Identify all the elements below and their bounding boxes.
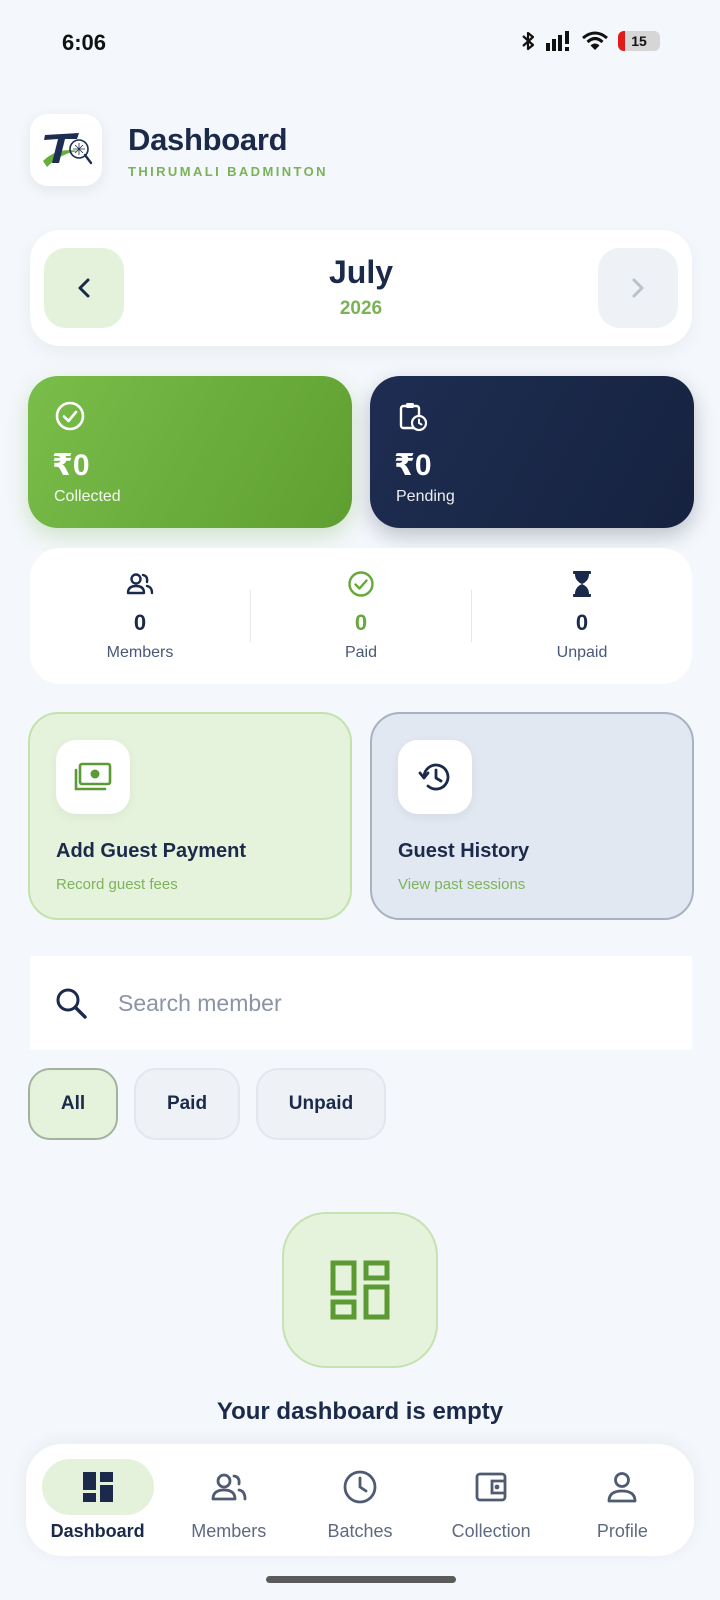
nav-item-batches[interactable]: Batches bbox=[296, 1459, 424, 1542]
stat-paid: 0 Paid bbox=[251, 570, 471, 662]
members-count: 0 bbox=[133, 610, 147, 635]
battery-indicator: 15 bbox=[618, 31, 660, 51]
next-month-button[interactable] bbox=[598, 248, 678, 328]
bluetooth-icon bbox=[520, 30, 536, 52]
pending-label: Pending bbox=[396, 488, 455, 505]
filter-chip-all[interactable]: All bbox=[28, 1068, 118, 1140]
home-indicator[interactable] bbox=[266, 1576, 456, 1583]
history-icon bbox=[398, 740, 472, 814]
filter-chip-unpaid[interactable]: Unpaid bbox=[256, 1068, 386, 1140]
pending-amount: ₹0 bbox=[394, 449, 432, 482]
badminton-logo-icon bbox=[43, 133, 93, 167]
add-guest-payment-card[interactable]: Add Guest Payment Record guest fees bbox=[28, 712, 352, 920]
empty-state-illustration bbox=[282, 1212, 438, 1368]
unpaid-label: Unpaid bbox=[556, 644, 608, 661]
nav-label-batches: Batches bbox=[327, 1520, 393, 1541]
collected-amount: ₹0 bbox=[52, 449, 90, 482]
hourglass-icon bbox=[572, 570, 592, 598]
nav-item-dashboard[interactable]: Dashboard bbox=[34, 1458, 162, 1542]
add-guest-payment-subtitle: Record guest fees bbox=[56, 876, 178, 893]
member-search-bar bbox=[30, 956, 692, 1050]
nav-label-dashboard: Dashboard bbox=[50, 1520, 145, 1541]
nav-label-collection: Collection bbox=[451, 1520, 531, 1541]
month-label: July bbox=[328, 254, 394, 290]
bottom-navigation: Dashboard Members Batches Collection Pro… bbox=[26, 1444, 694, 1556]
signal-icon bbox=[546, 31, 572, 51]
nav-label-profile: Profile bbox=[596, 1520, 648, 1541]
stat-members: 0 Members bbox=[30, 570, 250, 662]
empty-state-title: Your dashboard is empty bbox=[216, 1398, 504, 1425]
page-title: Dashboard bbox=[128, 121, 288, 157]
nav-label-members: Members bbox=[191, 1520, 267, 1541]
status-time: 6:06 bbox=[62, 30, 107, 55]
search-input[interactable] bbox=[118, 989, 638, 1017]
nav-item-profile[interactable]: Profile bbox=[558, 1459, 686, 1542]
collected-label: Collected bbox=[54, 488, 121, 505]
unpaid-count: 0 bbox=[575, 610, 589, 635]
year-label: 2026 bbox=[339, 298, 383, 319]
collected-summary-card: ₹0 Collected bbox=[28, 376, 352, 528]
nav-item-collection[interactable]: Collection bbox=[427, 1459, 555, 1542]
app-header: Dashboard THIRUMALI BADMINTON bbox=[30, 114, 328, 186]
pending-summary-card: ₹0 Pending bbox=[370, 376, 694, 528]
pending-clipboard-icon bbox=[396, 400, 428, 437]
status-icons: 15 bbox=[520, 30, 660, 52]
status-bar: 6:06 15 bbox=[0, 0, 720, 90]
members-label: Members bbox=[106, 644, 174, 661]
check-circle-icon bbox=[54, 400, 86, 437]
nav-item-members[interactable]: Members bbox=[165, 1459, 293, 1542]
add-guest-payment-title: Add Guest Payment bbox=[56, 840, 247, 862]
clock-icon bbox=[304, 1459, 416, 1515]
dashboard-empty-icon bbox=[330, 1260, 390, 1320]
paid-count: 0 bbox=[354, 610, 368, 635]
stat-unpaid: 0 Unpaid bbox=[472, 570, 692, 662]
wifi-icon bbox=[582, 31, 608, 51]
paid-label: Paid bbox=[344, 644, 378, 661]
members-icon bbox=[173, 1459, 285, 1515]
guest-history-title: Guest History bbox=[398, 840, 530, 862]
battery-level: 15 bbox=[631, 33, 647, 49]
dashboard-icon bbox=[41, 1458, 154, 1515]
members-icon bbox=[126, 570, 154, 598]
chevron-right-icon bbox=[632, 278, 644, 298]
wallet-icon bbox=[435, 1459, 547, 1515]
guest-history-subtitle: View past sessions bbox=[398, 876, 526, 893]
club-name: THIRUMALI BADMINTON bbox=[128, 163, 328, 179]
filter-chip-paid[interactable]: Paid bbox=[134, 1068, 240, 1140]
check-circle-icon bbox=[347, 570, 375, 598]
guest-history-card[interactable]: Guest History View past sessions bbox=[370, 712, 694, 920]
cash-icon bbox=[56, 740, 130, 814]
app-logo bbox=[30, 114, 102, 186]
month-selector: July 2026 bbox=[30, 230, 692, 346]
stats-summary: 0 Members 0 Paid 0 Unpaid bbox=[30, 548, 692, 684]
person-icon bbox=[566, 1459, 678, 1515]
search-icon bbox=[54, 986, 88, 1020]
